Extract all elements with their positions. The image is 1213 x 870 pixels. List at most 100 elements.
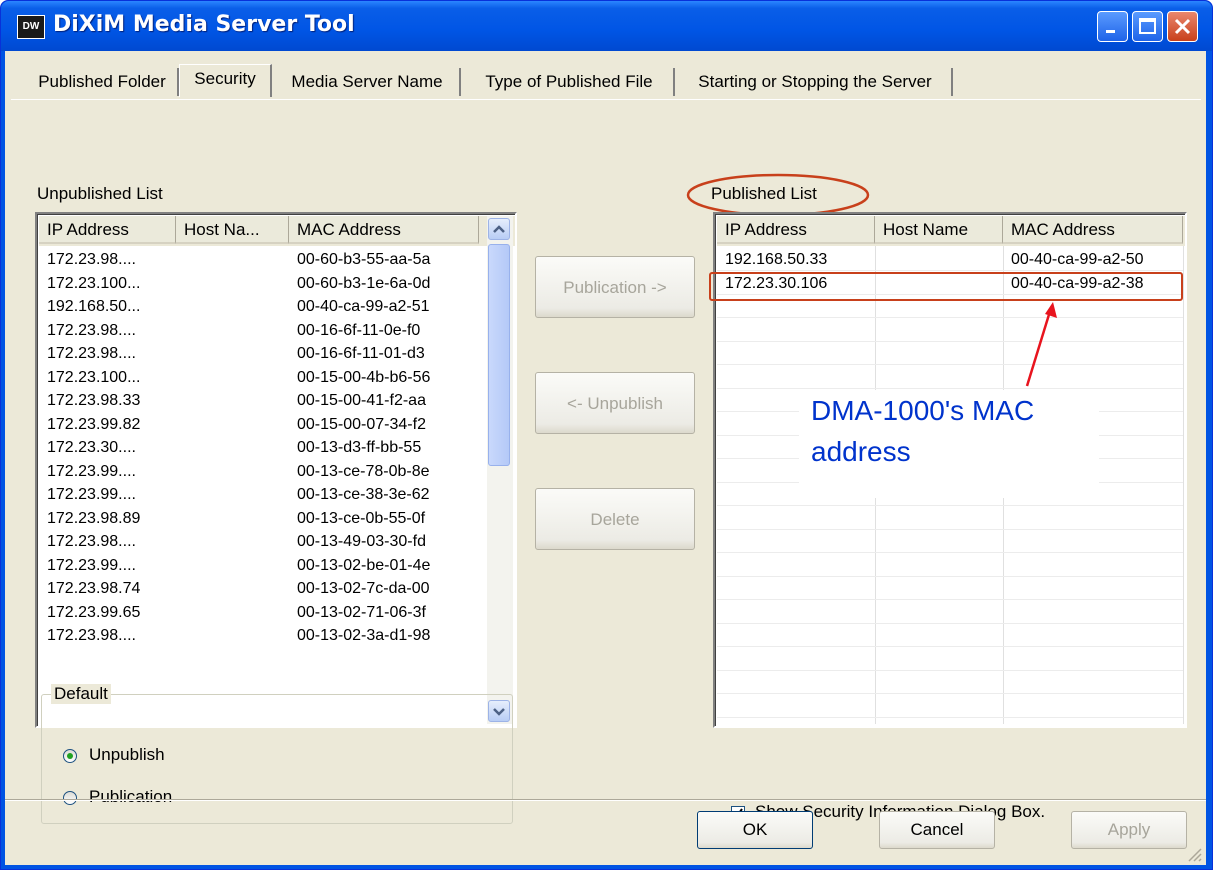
scroll-thumb[interactable] xyxy=(488,244,510,466)
cell-mac-address: 00-16-6f-11-01-d3 xyxy=(297,345,425,362)
cell-ip-address: 172.23.99.... xyxy=(47,556,136,574)
cell-ip-address: 172.23.99.82 xyxy=(47,415,141,433)
cell-ip-address: 172.23.100... xyxy=(47,274,141,292)
unpublished-list[interactable]: IP Address Host Na... MAC Address 172.23… xyxy=(35,212,517,728)
cell-ip-address: 172.23.98.... xyxy=(47,345,136,362)
cell-mac-address: 00-13-ce-38-3e-62 xyxy=(297,486,430,503)
column-header-host-name[interactable]: Host Na... xyxy=(176,216,289,244)
tab-media-server-name[interactable]: Media Server Name xyxy=(275,68,461,96)
table-row[interactable]: 172.23.30.... 00-13-d3-ff-bb-55 xyxy=(39,436,487,459)
cell-ip-address: 172.23.98.... xyxy=(47,533,136,550)
grid-line xyxy=(717,364,1183,365)
security-tab-panel: Unpublished List IP Address Host Na... M… xyxy=(11,99,1201,824)
table-row[interactable]: 172.23.98.74 00-13-02-7c-da-00 xyxy=(39,577,487,600)
maximize-icon xyxy=(1139,18,1156,34)
cell-mac-address: 00-40-ca-99-a2-51 xyxy=(297,298,430,315)
cell-ip-address: 172.23.98.... xyxy=(47,627,136,644)
table-row[interactable]: 172.23.99.... 00-13-ce-78-0b-8e xyxy=(39,460,487,483)
table-row[interactable]: 172.23.98.... 00-16-6f-11-0e-f0 xyxy=(39,319,487,342)
scroll-up-button[interactable] xyxy=(488,218,510,240)
published-list-header: IP Address Host Name MAC Address xyxy=(717,216,1185,246)
grid-line xyxy=(717,317,1183,318)
cell-ip-address: 172.23.99.... xyxy=(47,486,136,503)
grid-line xyxy=(717,622,1183,624)
minimize-icon xyxy=(1106,30,1115,33)
cell-mac-address: 00-15-00-41-f2-aa xyxy=(297,392,426,409)
apply-button[interactable]: Apply xyxy=(1071,811,1187,849)
cell-ip-address: 172.23.98.33 xyxy=(47,392,141,409)
cell-mac-address: 00-15-00-07-34-f2 xyxy=(297,415,426,433)
table-row[interactable]: 172.23.98.... 00-16-6f-11-01-d3 xyxy=(39,342,487,365)
grid-line xyxy=(717,552,1183,553)
cell-ip-address: 172.23.98.... xyxy=(47,321,136,339)
maximize-button[interactable] xyxy=(1132,11,1163,42)
table-row[interactable]: 172.23.99.... 00-13-02-be-01-4e xyxy=(39,554,487,577)
publication-button[interactable]: Publication -> xyxy=(535,256,695,318)
cancel-button[interactable]: Cancel xyxy=(879,811,995,849)
table-row[interactable]: 172.23.100... 00-60-b3-1e-6a-0d xyxy=(39,272,487,295)
table-row[interactable]: 172.23.100... 00-15-00-4b-b6-56 xyxy=(39,366,487,389)
close-icon xyxy=(1174,18,1191,35)
grid-line xyxy=(717,340,1183,342)
minimize-button[interactable] xyxy=(1097,11,1128,42)
delete-button[interactable]: Delete xyxy=(535,488,695,550)
cell-ip-address: 192.168.50... xyxy=(47,298,141,315)
column-header-ip-address[interactable]: IP Address xyxy=(39,216,176,244)
cell-ip-address: 172.23.100... xyxy=(47,368,141,386)
grid-line xyxy=(717,669,1183,671)
grid-line xyxy=(717,575,1183,577)
cell-mac-address: 00-15-00-4b-b6-56 xyxy=(297,368,431,386)
table-row[interactable]: 192.168.50... 00-40-ca-99-a2-51 xyxy=(39,295,487,318)
table-row[interactable]: 192.168.50.33 00-40-ca-99-a2-50 xyxy=(717,248,1183,271)
footer-separator xyxy=(5,799,1206,801)
table-row[interactable]: 172.23.98.... 00-13-49-03-30-fd xyxy=(39,530,487,553)
table-row[interactable]: 172.23.98.33 00-15-00-41-f2-aa xyxy=(39,389,487,412)
radio-publication-label[interactable]: Publication xyxy=(89,787,172,807)
table-row[interactable]: 172.23.99.82 00-15-00-07-34-f2 xyxy=(39,413,487,436)
unpublished-list-title: Unpublished List xyxy=(37,184,163,203)
cell-mac-address: 00-13-02-71-06-3f xyxy=(297,603,426,621)
table-row[interactable]: 172.23.98.... 00-13-02-3a-d1-98 xyxy=(39,624,487,647)
radio-publication[interactable] xyxy=(63,791,77,805)
column-header-mac-address[interactable]: MAC Address xyxy=(289,216,479,244)
cell-ip-address: 172.23.99.... xyxy=(47,462,136,480)
selected-row-highlight-box xyxy=(709,272,1183,301)
table-row[interactable]: 172.23.99.... 00-13-ce-38-3e-62 xyxy=(39,483,487,506)
tab-starting-stopping-server[interactable]: Starting or Stopping the Server xyxy=(679,68,953,96)
annotation-line-2: address xyxy=(811,436,911,467)
unpublish-button[interactable]: <- Unpublish xyxy=(535,372,695,434)
resize-grip-icon[interactable] xyxy=(1185,845,1203,863)
column-header-host-name[interactable]: Host Name xyxy=(875,216,1003,244)
table-row[interactable]: 172.23.98.... 00-60-b3-55-aa-5a xyxy=(39,248,487,271)
title-bar[interactable]: DW DiXiM Media Server Tool xyxy=(1,1,1212,51)
default-group-legend: Default xyxy=(51,684,111,704)
grid-line xyxy=(1183,246,1184,724)
table-row[interactable]: 172.23.98.89 00-13-ce-0b-55-0f xyxy=(39,507,487,530)
cell-mac-address: 00-13-02-3a-d1-98 xyxy=(297,627,431,644)
table-row[interactable]: 172.23.99.65 00-13-02-71-06-3f xyxy=(39,601,487,624)
column-header-ip-address[interactable]: IP Address xyxy=(717,216,875,244)
tab-published-folder[interactable]: Published Folder xyxy=(27,68,179,96)
radio-unpublish-label[interactable]: Unpublish xyxy=(89,745,165,765)
cell-ip-address: 172.23.99.65 xyxy=(47,603,141,621)
cell-ip-address: 172.23.98.89 xyxy=(47,509,141,527)
tab-security[interactable]: Security xyxy=(179,64,272,97)
ok-button[interactable]: OK xyxy=(697,811,813,849)
cell-mac-address: 00-13-d3-ff-bb-55 xyxy=(297,439,422,456)
annotation-line-1: DMA-1000's MAC xyxy=(811,395,1035,426)
annotation-arrow xyxy=(1025,302,1057,387)
grid-line xyxy=(717,387,1183,389)
cell-ip-address: 172.23.30.... xyxy=(47,439,136,456)
cell-ip-address: 192.168.50.33 xyxy=(725,251,828,268)
grid-line xyxy=(717,528,1183,530)
tab-type-of-published-file[interactable]: Type of Published File xyxy=(465,68,675,96)
column-header-mac-address[interactable]: MAC Address xyxy=(1003,216,1183,244)
chevron-up-icon xyxy=(493,225,505,233)
cell-mac-address: 00-60-b3-55-aa-5a xyxy=(297,251,431,268)
app-icon: DW xyxy=(17,15,45,39)
grid-line xyxy=(717,716,1183,718)
window-title: DiXiM Media Server Tool xyxy=(53,12,355,37)
unpublished-scrollbar[interactable] xyxy=(487,216,513,724)
close-button[interactable] xyxy=(1167,11,1198,42)
radio-unpublish[interactable] xyxy=(63,749,77,763)
